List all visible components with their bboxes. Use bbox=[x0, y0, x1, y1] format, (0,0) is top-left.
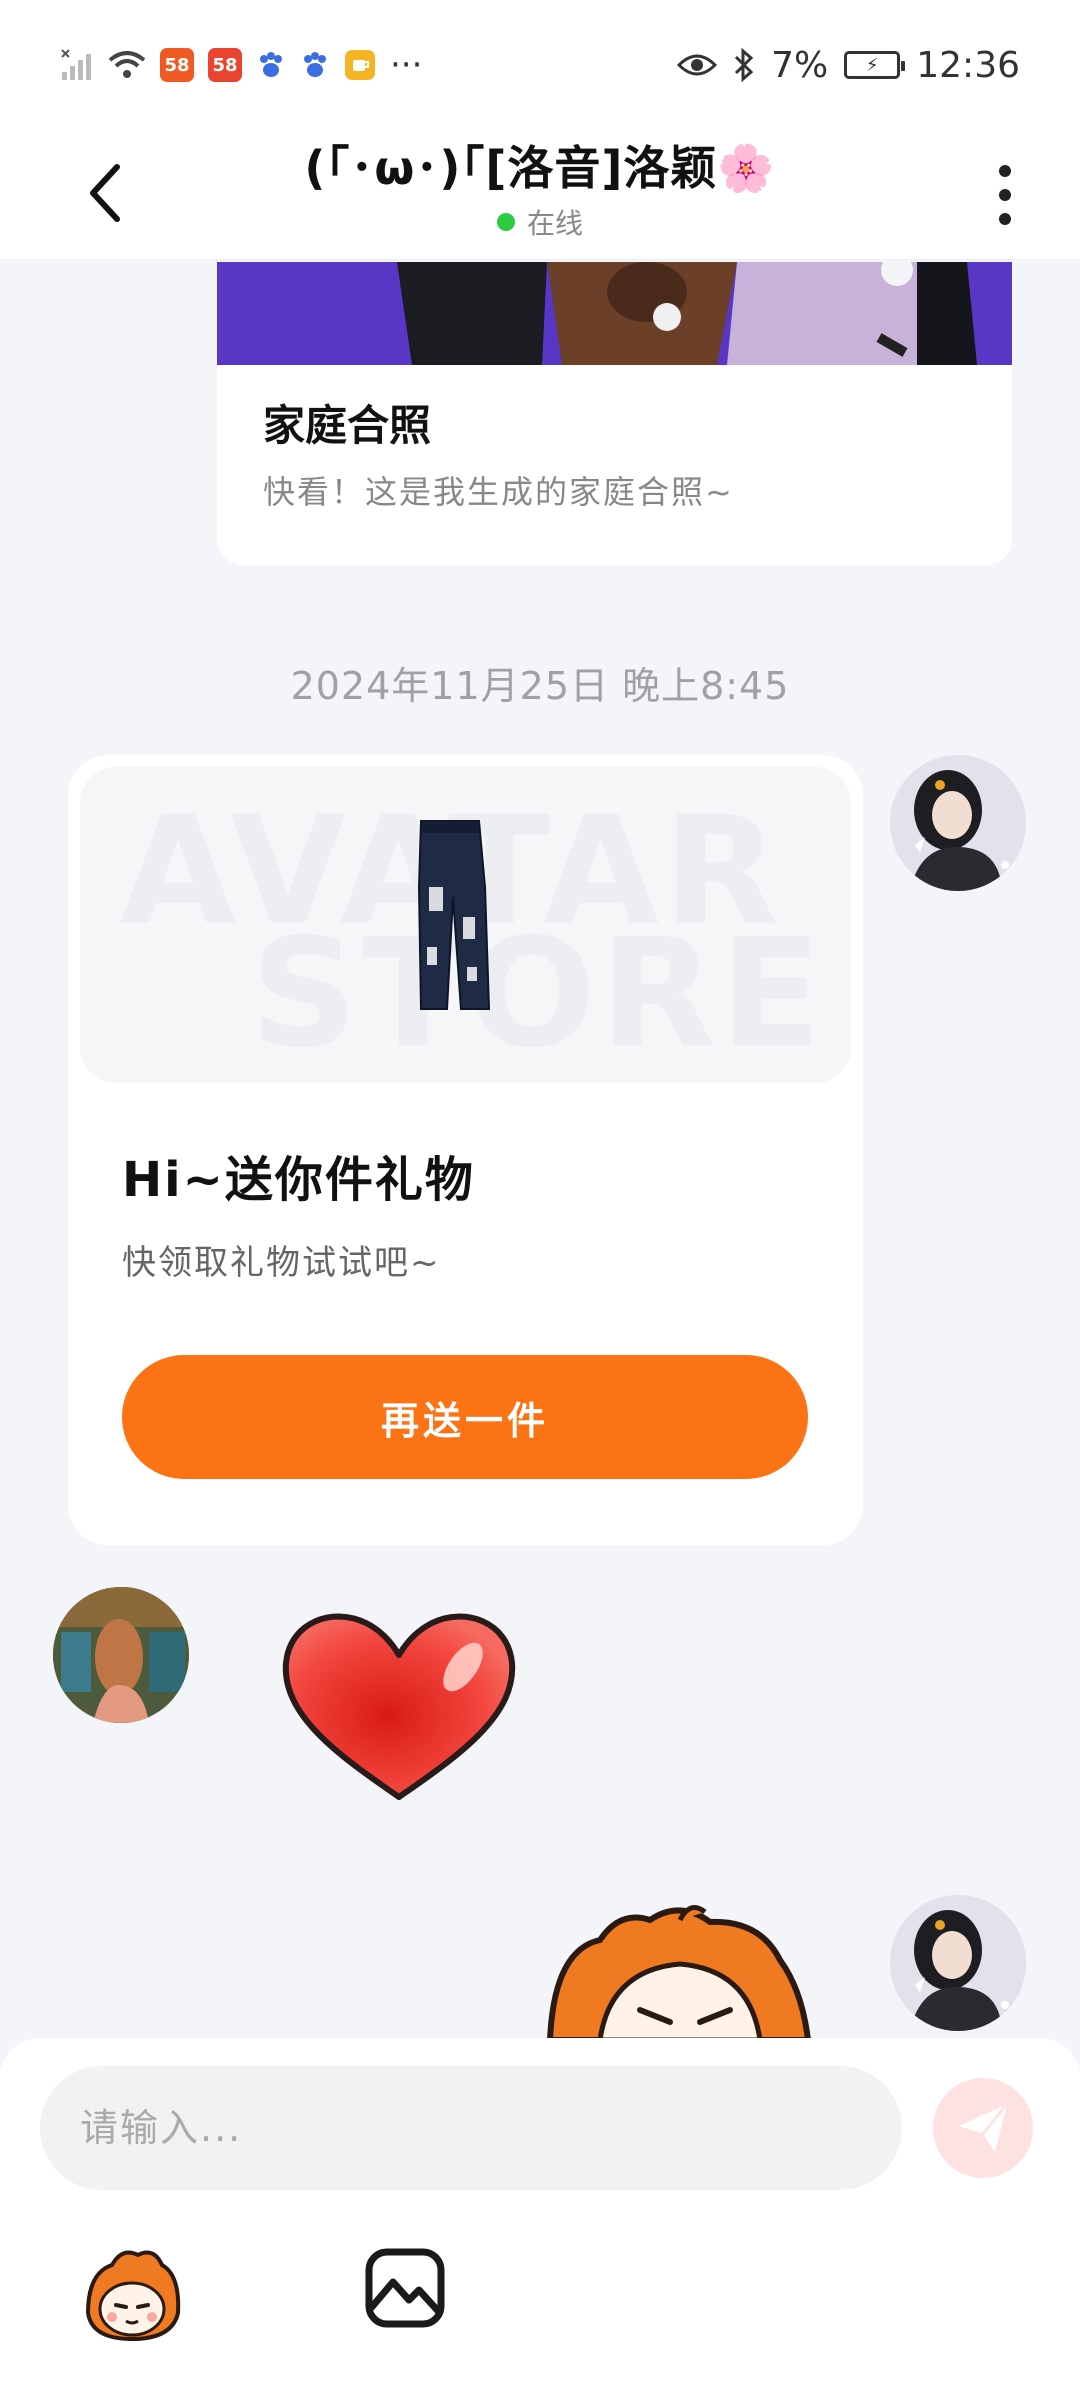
image-picker-icon[interactable] bbox=[365, 2248, 445, 2328]
chat-header: (｢･ω･)｢[洛音]洛颖🌸 在线 bbox=[0, 130, 1080, 260]
baidu-paw-icon bbox=[260, 52, 282, 77]
bluetooth-icon bbox=[735, 48, 754, 82]
online-status: 在线 bbox=[200, 202, 880, 242]
signal-icon bbox=[61, 49, 91, 80]
message-input[interactable] bbox=[40, 2066, 902, 2190]
family-photo-image bbox=[217, 262, 1012, 365]
title-block: (｢･ω･)｢[洛音]洛颖🌸 在线 bbox=[200, 130, 880, 242]
jeans-gift-image bbox=[417, 820, 491, 1010]
cup-app-icon bbox=[345, 50, 375, 80]
mascot-sticker[interactable] bbox=[540, 1900, 820, 2040]
dot bbox=[999, 213, 1011, 225]
chevron-left-icon bbox=[90, 164, 120, 222]
wifi-icon bbox=[108, 51, 146, 78]
status-bar: 58 58 ··· 7% ⚡ 12:36 bbox=[0, 0, 1080, 130]
family-photo-figures bbox=[217, 262, 1012, 365]
heart-sticker[interactable] bbox=[278, 1605, 520, 1805]
message-timestamp: 2024年11月25日 晚上8:45 bbox=[290, 664, 790, 708]
watermark-store: STORE bbox=[250, 907, 826, 1081]
baidu-paw-alt-icon bbox=[304, 52, 326, 77]
more-notifications: ··· bbox=[390, 45, 423, 85]
avatar-girl-shop bbox=[53, 1587, 189, 1723]
composer-panel bbox=[0, 2038, 1080, 2388]
back-button[interactable] bbox=[70, 148, 140, 238]
status-right: 7% ⚡ 12:36 bbox=[677, 45, 1020, 86]
app-58-alt-icon: 58 bbox=[208, 48, 242, 82]
send-plane-icon bbox=[959, 2103, 1009, 2152]
clock: 12:36 bbox=[916, 44, 1020, 86]
battery-percent: 7% bbox=[771, 44, 829, 86]
eye-icon bbox=[677, 54, 718, 76]
gift-title: Hi~送你件礼物 bbox=[122, 1152, 475, 1208]
family-photo-card[interactable]: 家庭合照 快看！这是我生成的家庭合照~ bbox=[217, 262, 1012, 565]
dot bbox=[999, 189, 1011, 201]
dot bbox=[999, 165, 1011, 177]
chat-title: (｢･ω･)｢[洛音]洛颖🌸 bbox=[304, 141, 776, 195]
sticker-mascot-icon[interactable] bbox=[82, 2243, 182, 2343]
send-button[interactable] bbox=[933, 2078, 1033, 2178]
avatar-girl-dark-hair bbox=[890, 755, 1026, 891]
gift-subtitle: 快领取礼物试试吧~ bbox=[122, 1243, 441, 1283]
avatar-girl-dark-hair bbox=[890, 1895, 1026, 2031]
battery-charging-icon: ⚡ bbox=[844, 51, 906, 79]
my-avatar[interactable] bbox=[890, 1895, 1026, 2031]
photo-card-title: 家庭合照 bbox=[263, 401, 432, 450]
more-options-button[interactable] bbox=[980, 150, 1030, 240]
gift-message-card[interactable]: AVATAR STORE Hi~送你件礼物 快领取礼物试试吧~ 再送一件 bbox=[68, 755, 863, 1545]
my-avatar[interactable] bbox=[890, 755, 1026, 891]
status-left: 58 58 ··· bbox=[60, 45, 422, 85]
app-58-icon: 58 bbox=[160, 48, 194, 82]
contact-avatar[interactable] bbox=[53, 1587, 189, 1723]
gift-image-area: AVATAR STORE bbox=[80, 767, 851, 1083]
send-another-gift-button[interactable]: 再送一件 bbox=[122, 1355, 808, 1479]
send-another-gift-label: 再送一件 bbox=[380, 1398, 549, 1443]
online-label: 在线 bbox=[526, 207, 583, 240]
online-dot-icon bbox=[496, 213, 515, 231]
photo-card-subtitle: 快看！这是我生成的家庭合照~ bbox=[263, 473, 734, 511]
